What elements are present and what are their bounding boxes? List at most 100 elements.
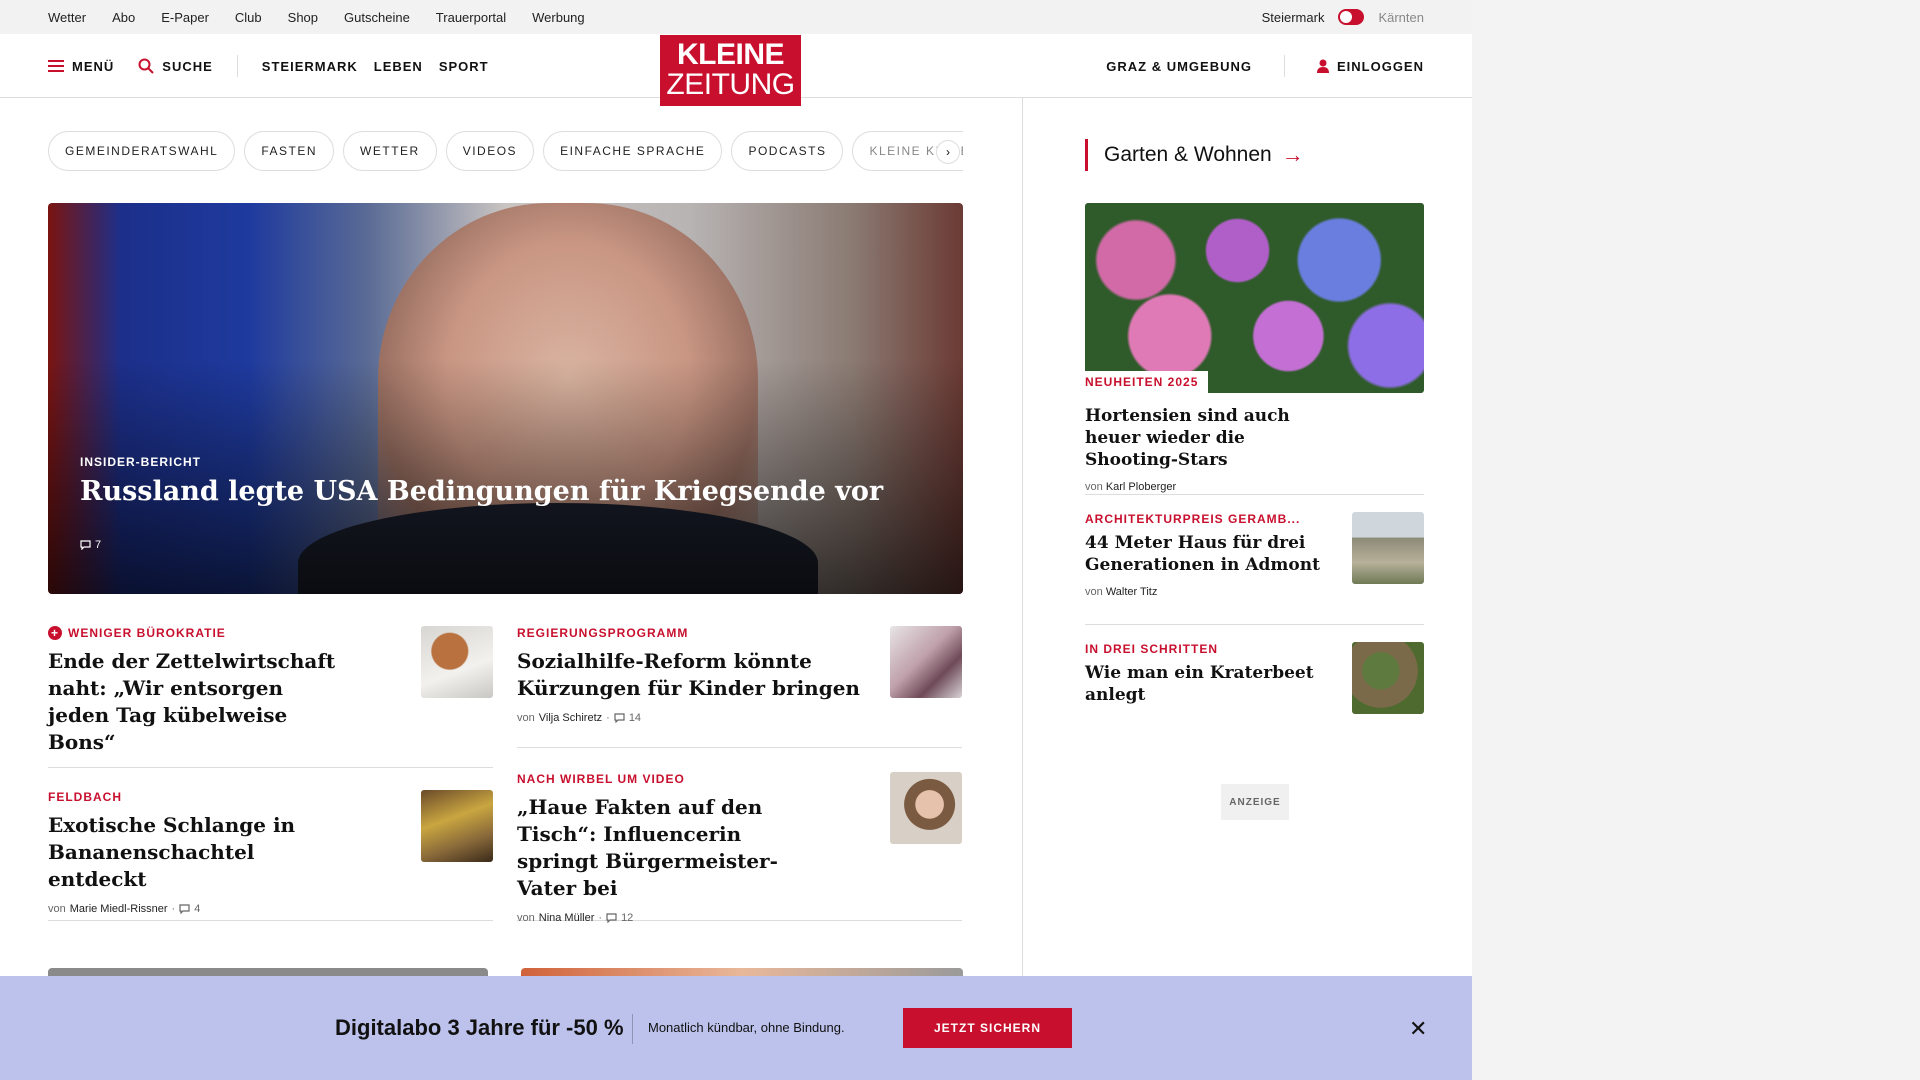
chevron-right-icon: › <box>946 145 950 159</box>
header-right: GRAZ & UMGEBUNG EINLOGGEN <box>1106 34 1424 98</box>
sidebar-article-byline: von Karl Ploberger <box>1085 481 1424 493</box>
byline-dot: · <box>598 912 603 924</box>
viewport: Wetter Abo E-Paper Club Shop Gutscheine … <box>0 0 1920 1080</box>
hero-title[interactable]: Russland legte USA Bedingungen für Krieg… <box>80 476 883 507</box>
hero-kicker: INSIDER-BERICHT <box>80 455 202 469</box>
article-teaser-1[interactable]: + WENIGER BÜROKRATIE Ende der Zettelwirt… <box>48 626 493 768</box>
chip-gemeinderatswahl[interactable]: GEMEINDERATSWAHL <box>48 131 236 171</box>
hero-comments[interactable]: 7 <box>80 539 101 551</box>
logo-line1: KLEINE <box>676 38 785 71</box>
header-divider-right <box>1283 55 1285 77</box>
search-icon <box>138 58 154 74</box>
chips-next-button[interactable]: › <box>936 140 960 164</box>
header-nav: STEIERMARK LEBEN SPORT <box>262 59 489 74</box>
nav-leben[interactable]: LEBEN <box>374 59 423 74</box>
region-switch: Steiermark Kärnten <box>1262 0 1424 34</box>
utility-link-abo[interactable]: Abo <box>112 10 135 25</box>
sidebar-thumbnail-house <box>1352 512 1424 584</box>
sidebar-article-1[interactable]: ARCHITEKTURPREIS GERAMB... 44 Meter Haus… <box>1085 512 1424 612</box>
nav-steiermark[interactable]: STEIERMARK <box>262 59 358 74</box>
user-icon <box>1316 59 1329 73</box>
article-title[interactable]: Ende der Zettelwirtschaft naht: „Wir ent… <box>48 648 348 756</box>
login-label: EINLOGGEN <box>1336 58 1424 74</box>
sidebar-article-title[interactable]: 44 Meter Haus für drei Generationen in A… <box>1085 532 1325 576</box>
header-left: MENÜ SUCHE STEIERMARK LEBEN SPORT <box>48 34 489 98</box>
sidebar-featured-badge: NEUHEITEN 2025 <box>1085 371 1209 393</box>
byline-author[interactable]: Karl Ploberger <box>1106 481 1176 493</box>
comment-icon <box>614 713 625 723</box>
banner-divider <box>632 1014 633 1044</box>
utility-link-shop[interactable]: Shop <box>288 10 318 25</box>
sidebar-section-header[interactable]: Garten & Wohnen → <box>1085 139 1304 171</box>
premium-plus-icon: + <box>48 626 62 640</box>
article-byline: von Nina Müller · 12 <box>517 912 962 924</box>
login-button[interactable]: EINLOGGEN <box>1316 58 1424 74</box>
header-divider <box>236 55 238 77</box>
region-toggle[interactable] <box>1338 9 1365 25</box>
article-title[interactable]: Exotische Schlange in Bananenschachtel e… <box>48 812 348 893</box>
chip-einfache-sprache[interactable]: EINFACHE SPRACHE <box>543 131 723 171</box>
utility-link-gutscheine[interactable]: Gutscheine <box>344 10 410 25</box>
subscribe-button[interactable]: JETZT SICHERN <box>903 1008 1072 1048</box>
byline-author[interactable]: Nina Müller <box>539 912 595 924</box>
byline-prefix: von <box>48 903 66 915</box>
sidebar-article-2[interactable]: IN DREI SCHRITTEN Wie man ein Kraterbeet… <box>1085 642 1424 732</box>
sidebar-article-title[interactable]: Wie man ein Kraterbeet anlegt <box>1085 662 1325 706</box>
comment-icon <box>606 913 617 923</box>
utility-links: Wetter Abo E-Paper Club Shop Gutscheine … <box>48 0 585 34</box>
byline-prefix: von <box>517 712 535 724</box>
site-logo[interactable]: KLEINE ZEITUNG <box>660 35 801 106</box>
ad-label: ANZEIGE <box>1221 784 1289 820</box>
banner-title: Digitalabo 3 Jahre für -50 % <box>335 1015 624 1040</box>
byline-prefix: von <box>517 912 535 924</box>
hamburger-icon <box>48 60 64 72</box>
byline-author[interactable]: Marie Miedl-Rissner <box>70 903 168 915</box>
chip-fasten[interactable]: FASTEN <box>244 131 335 171</box>
sidebar-section-title: Garten & Wohnen <box>1104 143 1272 166</box>
article-teaser-3[interactable]: FELDBACH Exotische Schlange in Bananensc… <box>48 790 493 921</box>
main-header: MENÜ SUCHE STEIERMARK LEBEN SPORT KLEINE… <box>0 34 1472 106</box>
hero-article[interactable]: INSIDER-BERICHT Russland legte USA Bedin… <box>48 203 963 594</box>
comment-count[interactable]: 4 <box>194 903 200 915</box>
utility-link-trauerportal[interactable]: Trauerportal <box>436 10 506 25</box>
byline-prefix: von <box>1085 481 1103 493</box>
article-thumbnail-coins <box>421 626 493 698</box>
article-thumbnail-child <box>890 626 962 698</box>
byline-author[interactable]: Walter Titz <box>1106 586 1158 598</box>
utility-link-club[interactable]: Club <box>235 10 262 25</box>
region-link[interactable]: GRAZ & UMGEBUNG <box>1106 59 1252 74</box>
sidebar-article-byline: von Walter Titz <box>1085 586 1424 598</box>
sidebar-divider <box>1085 624 1424 625</box>
region-kaernten[interactable]: Kärnten <box>1378 10 1424 25</box>
banner-text: Monatlich kündbar, ohne Bindung. <box>648 1020 845 1035</box>
article-teaser-4[interactable]: NACH WIRBEL UM VIDEO „Haue Fakten auf de… <box>517 772 962 924</box>
nav-sport[interactable]: SPORT <box>439 59 489 74</box>
logo-line2: ZEITUNG <box>666 68 795 101</box>
close-icon[interactable]: ✕ <box>1409 1016 1427 1042</box>
sidebar-thumbnail-garden <box>1352 642 1424 714</box>
comment-icon <box>80 540 91 550</box>
article-title[interactable]: „Haue Fakten auf den Tisch“: Influenceri… <box>517 794 817 902</box>
search-label: SUCHE <box>162 58 213 74</box>
region-steiermark[interactable]: Steiermark <box>1262 10 1325 25</box>
chip-videos[interactable]: VIDEOS <box>445 131 535 171</box>
article-teaser-2[interactable]: REGIERUNGSPROGRAMM Sozialhilfe-Reform kö… <box>517 626 962 748</box>
sidebar-divider <box>1085 494 1424 495</box>
comment-count[interactable]: 14 <box>629 712 641 724</box>
byline-dot: · <box>606 712 610 724</box>
sidebar-featured-article[interactable]: Hortensien sind auch heuer wieder die Sh… <box>1085 399 1424 493</box>
chip-wetter[interactable]: WETTER <box>343 131 437 171</box>
utility-link-werbung[interactable]: Werbung <box>532 10 585 25</box>
topic-chips: GEMEINDERATSWAHL FASTEN WETTER VIDEOS EI… <box>48 131 963 171</box>
article-title[interactable]: Sozialhilfe-Reform könnte Kürzungen für … <box>517 648 877 702</box>
chip-podcasts[interactable]: PODCASTS <box>731 131 844 171</box>
comment-count[interactable]: 12 <box>621 912 633 924</box>
menu-button[interactable]: MENÜ <box>48 59 114 74</box>
sidebar-featured-image-hydrangeas[interactable] <box>1085 203 1424 393</box>
byline-author[interactable]: Vilja Schiretz <box>539 712 602 724</box>
article-byline: von Vilja Schiretz · 14 <box>517 712 962 724</box>
utility-link-epaper[interactable]: E-Paper <box>161 10 209 25</box>
utility-link-wetter[interactable]: Wetter <box>48 10 86 25</box>
search-button[interactable]: SUCHE <box>138 58 213 74</box>
sidebar-article-title[interactable]: Hortensien sind auch heuer wieder die Sh… <box>1085 405 1325 471</box>
